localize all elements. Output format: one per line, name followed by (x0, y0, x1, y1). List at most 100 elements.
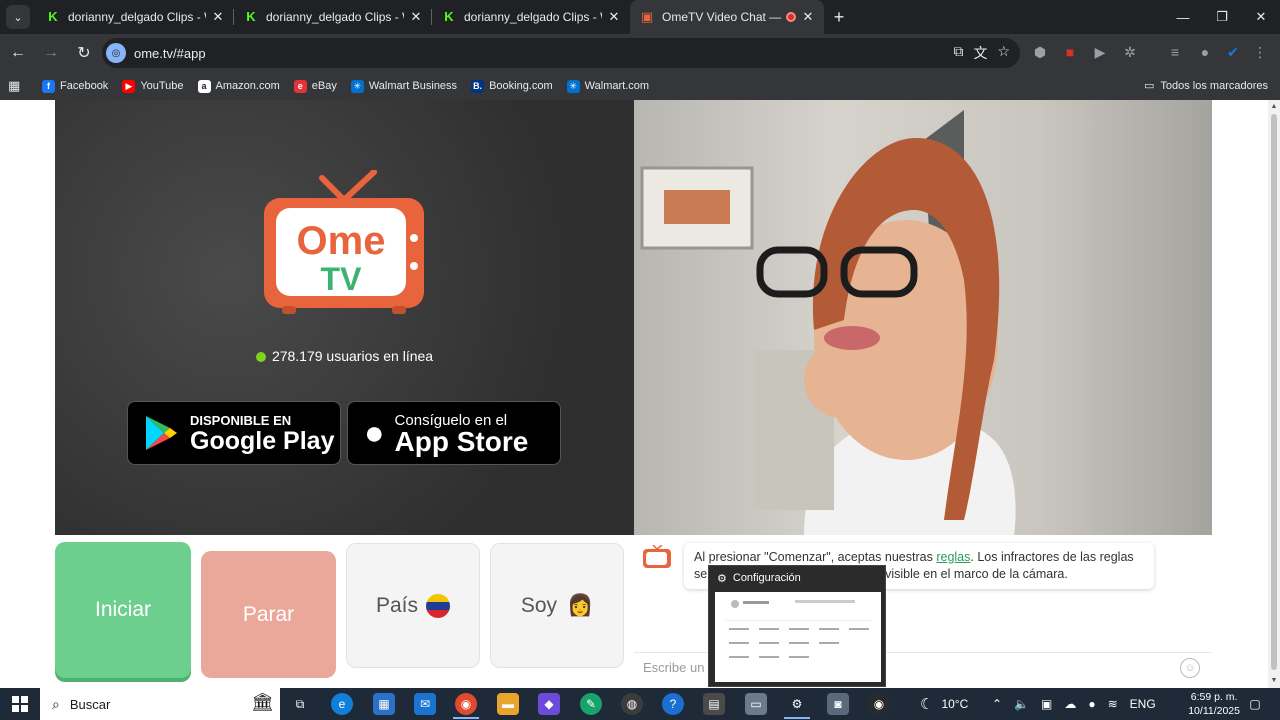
tab-search-button[interactable]: ⌄ (6, 5, 30, 29)
profile-icon[interactable]: ● (1195, 42, 1215, 62)
language-indicator[interactable]: ENG (1130, 697, 1156, 711)
youtube-icon: ▶ (122, 79, 136, 93)
ometv-logo: Ome TV (264, 170, 424, 314)
star-icon[interactable]: ☆ (997, 43, 1010, 63)
bookmark-label: Facebook (60, 80, 109, 92)
browser-tab[interactable]: K dorianny_delgado Clips - Watch ✕ (432, 0, 630, 34)
task-view-icon[interactable]: ⧉ (289, 693, 311, 715)
bookmark-item[interactable]: a Amazon.com (197, 79, 280, 93)
close-icon[interactable]: ✕ (210, 9, 226, 25)
record-app-icon[interactable]: ◉ (868, 693, 890, 715)
back-button[interactable]: ← (3, 38, 33, 68)
weather-widget[interactable]: ☾ 10°C (920, 688, 968, 720)
close-window-button[interactable]: ✕ (1242, 0, 1280, 34)
file-explorer-icon[interactable]: ▬ (497, 693, 519, 715)
edge-icon[interactable]: e (331, 693, 353, 715)
apps-grid-icon[interactable]: ▦ (8, 78, 24, 94)
wifi-icon[interactable]: ≋ (1108, 697, 1118, 711)
bookmarks-bar: ▦ f Facebook ▶ YouTube a Amazon.com e eBay ✳ Walm… (0, 72, 1280, 100)
bookmark-item[interactable]: e eBay (293, 79, 337, 93)
menu-dots-icon[interactable]: ⋮ (1250, 42, 1270, 62)
onedrive-icon[interactable]: ☁ (1064, 697, 1076, 711)
close-icon[interactable]: ✕ (606, 9, 622, 25)
translate-icon[interactable]: 文 (973, 43, 987, 63)
bookmark-label: YouTube (140, 80, 184, 92)
gender-selector[interactable]: Soy 👩 (490, 543, 624, 668)
bookmark-item[interactable]: ▶ YouTube (122, 79, 184, 93)
tab-title: OmeTV Video Chat — Ome (662, 10, 782, 24)
google-play-button[interactable]: DISPONIBLE EN Google Play (127, 401, 341, 465)
app-icon[interactable]: ✎ (580, 693, 602, 715)
maximize-button[interactable]: ❐ (1203, 0, 1241, 34)
obs-icon[interactable]: ◍ (621, 693, 643, 715)
bookmark-item[interactable]: f Facebook (42, 79, 109, 93)
gender-label: Soy (520, 593, 558, 617)
sync-check-icon[interactable]: ✔ (1223, 42, 1243, 62)
site-info-icon[interactable]: ◎ (106, 43, 126, 63)
scrollbar-thumb[interactable] (1271, 114, 1277, 670)
browser-tab-active[interactable]: ▣ OmeTV Video Chat — Ome ✕ (630, 0, 824, 34)
extension-video-icon[interactable]: ▶ (1090, 42, 1110, 62)
remote-video-frame (640, 110, 1016, 535)
preview-thumbnail[interactable] (715, 592, 881, 682)
close-icon[interactable]: ✕ (408, 9, 424, 25)
bookmark-item[interactable]: ✳ Walmart.com (566, 79, 649, 93)
minimize-button[interactable]: — (1164, 0, 1202, 34)
windows-logo-icon (12, 696, 28, 712)
booking-icon: B. (471, 79, 485, 93)
page-scrollbar[interactable]: ▲ ▼ (1268, 100, 1280, 688)
camera-icon[interactable]: ◙ (827, 693, 849, 715)
reading-list-icon[interactable]: ≡ (1165, 42, 1185, 62)
address-bar[interactable]: ◎ ome.tv/#app ⧉ 文 ☆ (102, 38, 1020, 68)
chrome-icon[interactable]: ◉ (455, 693, 477, 715)
reload-icon: ↻ (77, 45, 91, 62)
bookmark-item[interactable]: ✳ Walmart Business (350, 79, 457, 93)
help-icon[interactable]: ? (662, 693, 684, 715)
store-icon[interactable]: ▦ (373, 693, 395, 715)
reload-button[interactable]: ↻ (69, 38, 99, 68)
tray-app-icon[interactable]: ▣ (1041, 697, 1052, 711)
taskbar-preview-popup[interactable]: ⚙ Configuración (708, 565, 886, 687)
google-play-icon (146, 416, 177, 450)
emoji-icon[interactable]: ☺ (1180, 658, 1200, 678)
extension-shield-icon[interactable]: ⬢ (1030, 42, 1050, 62)
bookmark-label: eBay (311, 80, 337, 92)
country-selector[interactable]: País (346, 543, 480, 668)
scroll-down-icon[interactable]: ▼ (1270, 677, 1278, 685)
calculator-icon[interactable]: ▤ (703, 693, 725, 715)
mail-icon[interactable]: ✉ (414, 693, 436, 715)
volume-icon[interactable]: 🔈 (1014, 697, 1029, 711)
app-icon[interactable]: ◆ (538, 693, 560, 715)
notifications-icon[interactable]: ▢ (1244, 693, 1266, 715)
browser-tab[interactable]: K dorianny_delgado Clips - Watch ✕ (234, 0, 432, 34)
arrow-left-icon: ← (10, 44, 26, 61)
settings-gear-icon[interactable]: ⚙ (786, 693, 808, 715)
taskbar-search[interactable]: ⌕ Buscar 🏛 (40, 688, 280, 720)
chevron-up-icon[interactable]: ⌃ (992, 697, 1002, 711)
bookmark-item[interactable]: B. Booking.com (471, 79, 553, 93)
new-tab-button[interactable]: + (824, 0, 854, 34)
plus-icon: + (833, 6, 845, 27)
minimize-icon: — (1176, 9, 1190, 25)
ometv-page: Ome TV 278.179 usuarios en línea DISPONI… (0, 100, 1268, 688)
close-icon[interactable]: ✕ (800, 9, 816, 25)
forward-button[interactable]: → (36, 38, 66, 68)
start-button[interactable]: Iniciar (55, 542, 191, 678)
browser-tab[interactable]: K dorianny_delgado Clips - Watch ✕ (36, 0, 234, 34)
taskbar-clock[interactable]: 6:59 p. m. 10/11/2025 (1188, 690, 1240, 718)
extension-lock-icon[interactable]: ■ (1060, 42, 1080, 62)
walmart-business-icon: ✳ (350, 79, 364, 93)
stop-button[interactable]: Parar (201, 551, 336, 678)
start-button-windows[interactable] (0, 688, 40, 720)
google-play-big-text: Google Play (190, 426, 335, 455)
scroll-up-icon[interactable]: ▲ (1270, 103, 1278, 111)
microphone-icon[interactable]: ● (1088, 697, 1095, 711)
clock-date: 10/11/2025 (1188, 705, 1240, 717)
all-bookmarks-button[interactable]: ▭ Todos los marcadores (1144, 79, 1268, 93)
app-icon[interactable]: ▭ (745, 693, 767, 715)
app-store-button[interactable]: ● Consíguelo en el App Store (347, 401, 561, 465)
settings-active-indicator (784, 717, 810, 719)
extensions-puzzle-icon[interactable]: ✲ (1120, 42, 1140, 62)
rules-link[interactable]: reglas (936, 550, 970, 564)
cast-icon[interactable]: ⧉ (953, 43, 963, 63)
